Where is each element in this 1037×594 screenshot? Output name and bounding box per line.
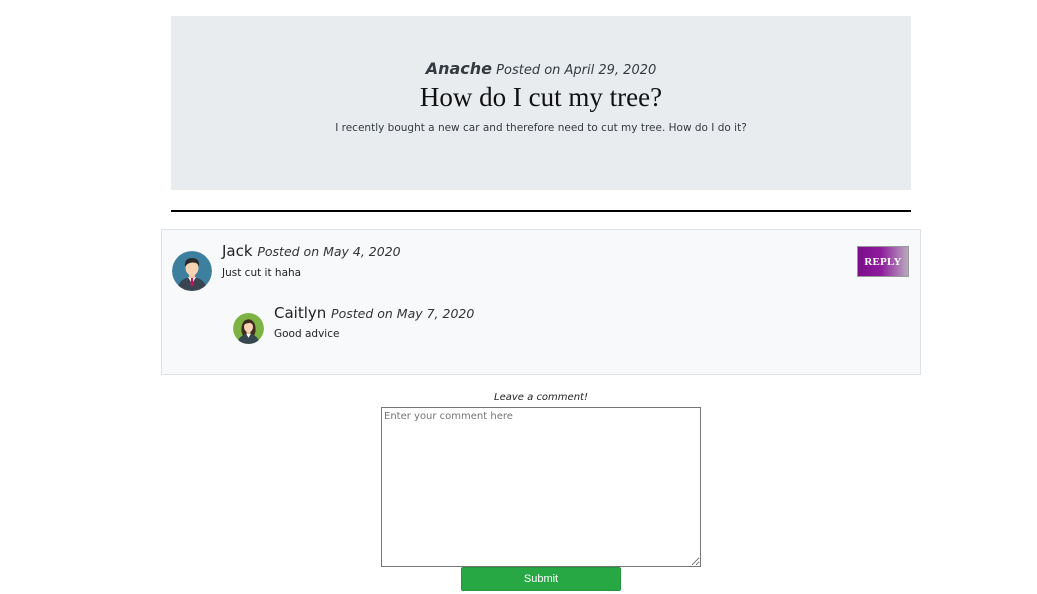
reply-text: Good advice [274,328,340,340]
page: Anache Posted on April 29, 2020 How do I… [0,0,1037,594]
comment-date: Posted on May 4, 2020 [257,244,401,259]
comments-section: Jack Posted on May 4, 2020 Just cut it h… [161,229,921,375]
male-avatar-icon [172,251,212,291]
post-date: Posted on April 29, 2020 [496,63,657,78]
comment-input[interactable] [381,407,701,567]
submit-button[interactable]: Submit [461,567,621,591]
post-meta: Anache Posted on April 29, 2020 [171,59,911,78]
post-header: Anache Posted on April 29, 2020 How do I… [171,16,911,190]
section-divider [171,210,911,212]
post-body: I recently bought a new car and therefor… [335,122,747,134]
post-title: How do I cut my tree? [419,82,663,112]
comment-author-line: Jack Posted on May 4, 2020 [222,242,401,260]
comment-form-label: Leave a comment! [494,392,588,403]
reply-date: Posted on May 7, 2020 [331,306,475,321]
comment-text: Just cut it haha [222,267,302,279]
female-avatar-icon [233,313,264,344]
reply-button[interactable]: REPLY [857,246,909,277]
comment-author: Jack [222,242,253,260]
reply-author: Caitlyn [274,304,327,322]
post-author: Anache [425,59,493,78]
reply-author-line: Caitlyn Posted on May 7, 2020 [274,304,474,322]
